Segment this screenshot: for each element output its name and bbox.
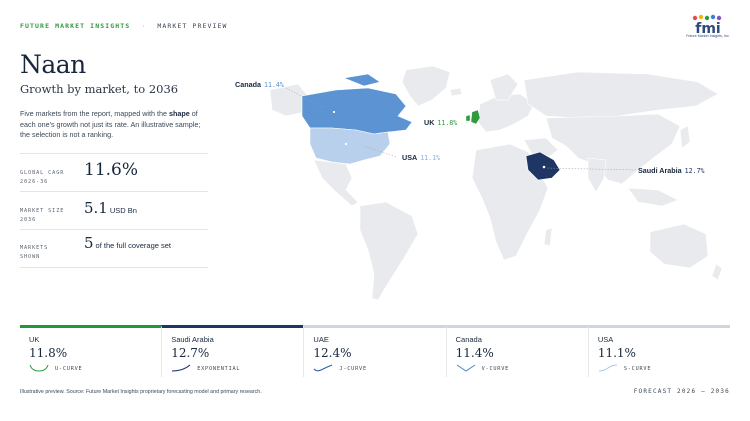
stat-market-size: MARKET SIZE 2036 5.1 USD Bn — [20, 191, 208, 229]
greenland-shape — [401, 65, 451, 107]
section-name: MARKET PREVIEW — [157, 22, 228, 30]
market-value: 12.7% — [171, 346, 210, 360]
market-card-usa: USA 11.1% S-CURVE — [587, 325, 731, 377]
usa-shape — [309, 127, 391, 165]
market-card-uk: UK 11.8% U-CURVE — [20, 325, 162, 377]
map-label-usa: USA 11.1% — [402, 153, 441, 162]
world-map — [269, 65, 723, 301]
south-america-shape — [359, 201, 419, 301]
canada-shape — [301, 87, 413, 135]
australia-shape — [649, 223, 709, 269]
market-name: UK — [29, 335, 40, 344]
map-label-pct: 11.8% — [437, 119, 458, 127]
exponential-curve-icon — [172, 364, 191, 372]
page-title: Naan — [20, 50, 86, 79]
india-shape — [587, 157, 607, 193]
market-value: 11.8% — [29, 346, 68, 360]
mexico-shape — [313, 159, 359, 207]
russia-shape — [523, 71, 719, 119]
map-label-pct: 11.1% — [420, 154, 441, 162]
usa-marker — [344, 142, 348, 146]
map-label-canada: Canada 11.4% — [235, 80, 284, 89]
market-value: 12.4% — [313, 346, 352, 360]
logo-tagline: Future Market Insights, Inc. — [686, 34, 730, 38]
stat-value: 11.6% — [84, 160, 139, 180]
header-separator: · — [141, 22, 147, 30]
market-name: Canada — [455, 335, 482, 344]
market-name: Saudi Arabia — [171, 335, 214, 344]
market-name: UAE — [313, 335, 329, 344]
stat-unit: USD Bn — [109, 206, 137, 215]
canada-islands-shape — [342, 73, 381, 87]
s-curve-icon — [598, 364, 617, 372]
japan-shape — [679, 125, 691, 149]
growth-shape-label: U-CURVE — [55, 366, 83, 372]
market-card-canada: Canada 11.4% V-CURVE — [445, 325, 588, 377]
u-curve-icon — [29, 364, 49, 372]
madagascar-shape — [543, 227, 553, 247]
stat-global-cagr: GLOBAL CAGR 2026-36 11.6% — [20, 153, 208, 191]
market-value: 11.1% — [597, 346, 636, 360]
description: Five markets from the report, mapped wit… — [20, 109, 201, 139]
map-label-uk: UK 11.8% — [424, 118, 458, 127]
stat-unit: of the full coverage set — [95, 241, 172, 250]
growth-shape-label: EXPONENTIAL — [197, 366, 241, 372]
brand-name: FUTURE MARKET INSIGHTS — [20, 22, 131, 30]
growth-shape-label: V-CURVE — [481, 366, 510, 372]
description-emphasis: shape — [169, 109, 190, 118]
header-bar: FUTURE MARKET INSIGHTS · MARKET PREVIEW — [20, 22, 228, 30]
stat-value: 5.1 — [84, 199, 108, 217]
iceland-shape — [449, 87, 463, 97]
map-label-pct: 11.4% — [263, 81, 284, 89]
growth-shape-label: S-CURVE — [623, 366, 652, 372]
source-note: Illustrative preview. Source: Future Mar… — [20, 389, 262, 395]
market-value: 11.4% — [455, 346, 494, 360]
saudi-marker — [542, 165, 546, 169]
stats-divider — [20, 267, 208, 268]
stat-value: 5 — [84, 234, 94, 252]
market-card-uae: UAE 12.4% J-CURVE — [303, 325, 446, 377]
j-curve-icon — [314, 364, 333, 372]
southeast-asia-shape — [627, 187, 679, 207]
v-curve-icon — [456, 364, 475, 372]
canada-marker — [332, 110, 336, 114]
stat-markets-shown: MARKETS SHOWN 5 of the full coverage set — [20, 229, 208, 267]
ireland-shape — [465, 114, 471, 122]
market-cards: UK 11.8% U-CURVE Saudi Arabia 12.7% EXPO… — [20, 325, 731, 377]
forecast-range: FORECAST 2026 – 2036 — [633, 388, 730, 395]
growth-shape-label: J-CURVE — [339, 366, 367, 372]
new-zealand-shape — [711, 263, 723, 281]
map-label-pct: 12.7% — [684, 167, 705, 175]
page-subtitle: Growth by market, to 2036 — [20, 82, 179, 96]
market-card-saudi-arabia: Saudi Arabia 12.7% EXPONENTIAL — [161, 325, 304, 377]
map-label-saudi-arabia: Saudi Arabia 12.7% — [638, 166, 705, 175]
market-name: USA — [597, 335, 614, 344]
